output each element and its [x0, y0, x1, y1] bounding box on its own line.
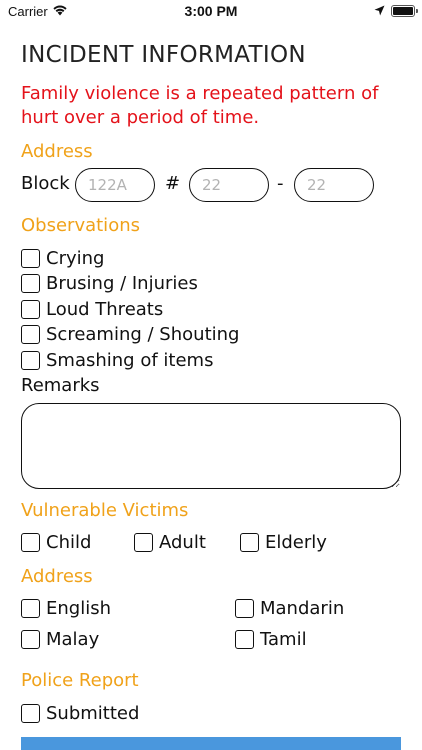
observation-item-screaming-shouting[interactable]: Screaming / Shouting	[21, 322, 239, 346]
checkbox-label: Smashing of items	[46, 349, 214, 371]
checkbox[interactable]	[235, 598, 254, 618]
checkbox-label: Screaming / Shouting	[46, 323, 240, 345]
checkbox[interactable]	[21, 248, 40, 268]
unit-number-input[interactable]	[294, 168, 374, 202]
status-time: 3:00 PM	[184, 3, 238, 19]
language-item-malay[interactable]: Malay	[21, 627, 99, 651]
checkbox[interactable]	[21, 703, 40, 723]
status-bar: Carrier 3:00 PM	[0, 0, 422, 24]
block-input[interactable]	[75, 168, 155, 202]
hash-label: #	[165, 173, 181, 194]
language-item-english[interactable]: English	[21, 596, 111, 620]
checkbox[interactable]	[235, 629, 254, 649]
checkbox[interactable]	[21, 598, 40, 618]
checkbox[interactable]	[134, 532, 153, 552]
checkbox[interactable]	[21, 629, 40, 649]
language-heading: Address	[21, 566, 93, 587]
checkbox-label: Submitted	[46, 702, 140, 724]
victim-item-child[interactable]: Child	[21, 530, 91, 554]
checkbox-label: Adult	[159, 531, 206, 553]
checkbox-label: Child	[46, 531, 92, 553]
checkbox[interactable]	[21, 350, 40, 370]
checkbox-label: Malay	[46, 628, 100, 650]
victim-item-elderly[interactable]: Elderly	[240, 530, 327, 554]
checkbox[interactable]	[21, 324, 40, 344]
police-report-item-submitted[interactable]: Submitted	[21, 701, 139, 725]
victim-item-adult[interactable]: Adult	[134, 530, 206, 554]
remarks-textarea[interactable]	[21, 403, 401, 489]
checkbox-label: Brusing / Injuries	[46, 272, 198, 294]
language-item-mandarin[interactable]: Mandarin	[235, 596, 344, 620]
police-report-heading: Police Report	[21, 670, 139, 691]
checkbox-label: Tamil	[260, 628, 307, 650]
submit-button[interactable]	[21, 737, 401, 750]
checkbox[interactable]	[21, 273, 40, 293]
battery-icon	[391, 5, 415, 17]
language-item-tamil[interactable]: Tamil	[235, 627, 307, 651]
unit-floor-input[interactable]	[189, 168, 269, 202]
dash-label: -	[277, 173, 284, 194]
checkbox-label: Elderly	[265, 531, 327, 553]
checkbox-label: Mandarin	[260, 597, 345, 619]
checkbox-label: Loud Threats	[46, 298, 164, 320]
battery-cap	[416, 9, 418, 13]
address-heading: Address	[21, 141, 93, 162]
warning-message: Family violence is a repeated pattern of…	[21, 83, 379, 128]
observations-heading: Observations	[21, 215, 140, 236]
block-label: Block	[21, 173, 70, 194]
location-arrow-icon	[374, 5, 385, 16]
observation-item-crying[interactable]: Crying	[21, 246, 104, 270]
observation-item-smashing-of-items[interactable]: Smashing of items	[21, 348, 213, 372]
checkbox[interactable]	[21, 532, 40, 552]
checkbox[interactable]	[21, 299, 40, 319]
checkbox[interactable]	[240, 532, 259, 552]
observation-item-loud-threats[interactable]: Loud Threats	[21, 297, 163, 321]
page-title: INCIDENT INFORMATION	[21, 42, 306, 68]
remarks-label: Remarks	[21, 375, 100, 396]
checkbox-label: English	[46, 597, 111, 619]
vulnerable-victims-heading: Vulnerable Victims	[21, 500, 189, 521]
observation-item-brusing-injuries[interactable]: Brusing / Injuries	[21, 271, 198, 295]
checkbox-label: Crying	[46, 247, 105, 269]
